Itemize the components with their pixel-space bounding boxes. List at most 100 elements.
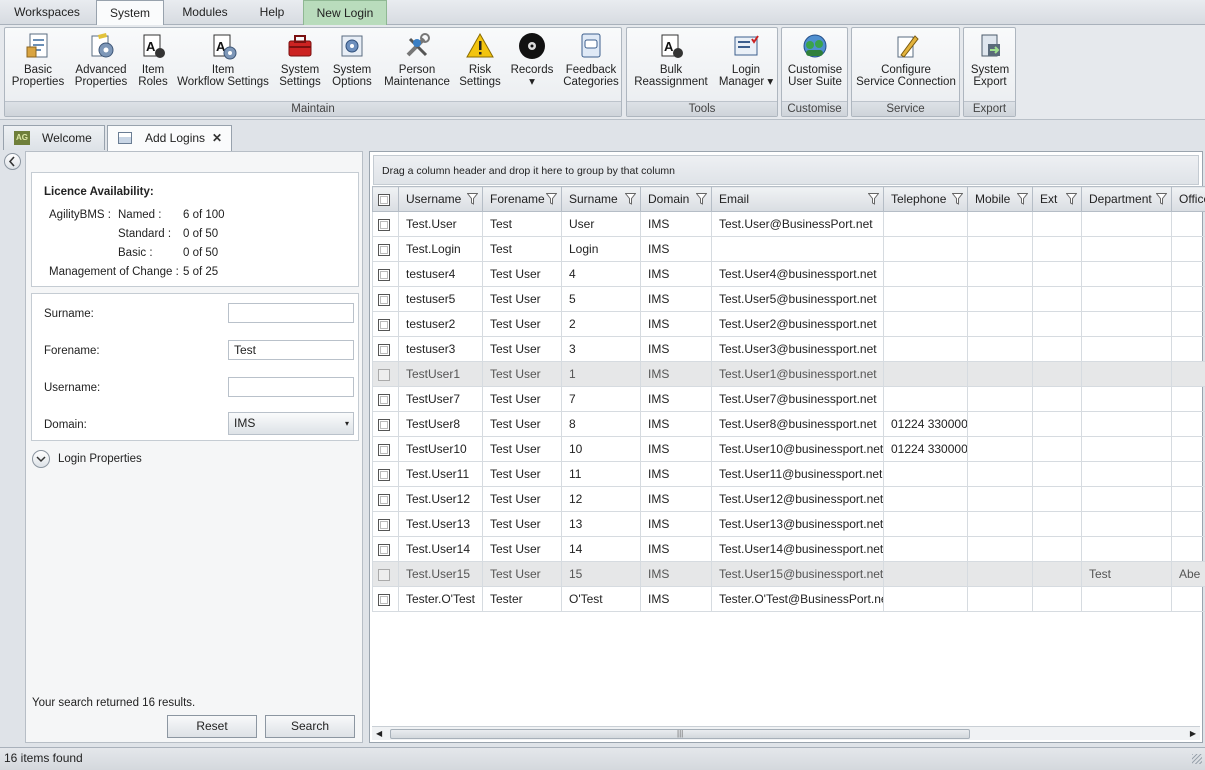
table-row[interactable]: Test.User13 Test User 13 IMS Test.User13@bus… [372, 511, 1205, 537]
filter-icon[interactable] [467, 193, 478, 205]
customise-user-suite-button[interactable]: Customise User Suite [785, 31, 845, 91]
select-all-checkbox[interactable] [372, 186, 399, 212]
row-checkbox[interactable] [372, 211, 399, 237]
tab-welcome[interactable]: AG Welcome [3, 125, 105, 150]
table-row[interactable]: testuser4 Test User 4 IMS Test.User4@busines… [372, 261, 1205, 287]
menu-tab-system[interactable]: System [96, 0, 164, 26]
row-checkbox[interactable] [372, 486, 399, 512]
scrollbar-thumb[interactable]: ||| [390, 729, 970, 739]
column-header-domain[interactable]: Domain [640, 186, 712, 212]
row-checkbox[interactable] [372, 536, 399, 562]
risk-settings-button[interactable]: Risk Settings [459, 31, 501, 91]
login-manager-button[interactable]: Login Manager ▾ [717, 31, 775, 91]
column-header-surname[interactable]: Surname [561, 186, 641, 212]
table-cell [1081, 286, 1172, 312]
menu-tab-modules[interactable]: Modules [172, 0, 238, 25]
table-row[interactable]: Test.User Test User IMS Test.User@BusinessPo… [372, 211, 1205, 237]
column-header-department[interactable]: Department [1081, 186, 1172, 212]
filter-icon[interactable] [1066, 193, 1077, 205]
scroll-left-icon[interactable]: ◀ [376, 727, 382, 741]
login-properties-expander[interactable]: Login Properties [32, 450, 232, 470]
row-checkbox[interactable] [372, 511, 399, 537]
filter-icon[interactable] [1156, 193, 1167, 205]
ribbon-group-title: Maintain [5, 101, 621, 116]
table-row[interactable]: TestUser8 Test User 8 IMS Test.User8@busines… [372, 411, 1205, 437]
configure-service-connection-button[interactable]: Configure Service Connection [856, 31, 956, 91]
row-checkbox[interactable] [372, 461, 399, 487]
close-icon[interactable]: ✕ [212, 126, 222, 150]
system-options-button[interactable]: System Options [331, 31, 373, 91]
filter-icon[interactable] [952, 193, 963, 205]
table-row[interactable]: Test.User11 Test User 11 IMS Test.User11@bus… [372, 461, 1205, 487]
table-row[interactable]: testuser5 Test User 5 IMS Test.User5@busines… [372, 286, 1205, 312]
table-cell [1081, 411, 1172, 437]
column-header-username[interactable]: Username [398, 186, 483, 212]
group-by-drop-area[interactable]: Drag a column header and drop it here to… [373, 155, 1199, 185]
row-checkbox[interactable] [372, 336, 399, 362]
forename-input[interactable]: Test [228, 340, 354, 360]
system-export-button[interactable]: System Export [967, 31, 1013, 91]
basic-properties-button[interactable]: Basic Properties [9, 31, 67, 91]
item-roles-button[interactable]: A Item Roles [135, 31, 171, 91]
ribbon-group-title: Customise [782, 101, 847, 116]
row-checkbox[interactable] [372, 261, 399, 287]
records-button[interactable]: Records ▾ [509, 31, 555, 91]
table-row[interactable]: Test.User12 Test User 12 IMS Test.User12@bus… [372, 486, 1205, 512]
row-checkbox[interactable] [372, 286, 399, 312]
filter-icon[interactable] [546, 193, 557, 205]
username-input[interactable] [228, 377, 354, 397]
table-cell [1081, 436, 1172, 462]
row-checkbox[interactable] [372, 386, 399, 412]
checkbox-icon [378, 243, 390, 256]
column-header-telephone[interactable]: Telephone [883, 186, 968, 212]
table-row[interactable]: TestUser7 Test User 7 IMS Test.User7@busines… [372, 386, 1205, 412]
resize-grip-icon[interactable] [1192, 754, 1202, 764]
column-header-office[interactable]: Office [1171, 186, 1205, 212]
table-cell: TestUser1 [398, 361, 483, 387]
column-header-forename[interactable]: Forename [482, 186, 562, 212]
item-workflow-settings-button[interactable]: A Item Workflow Settings [177, 31, 269, 91]
table-cell [1032, 411, 1082, 437]
menu-tab-new-login[interactable]: New Login [303, 0, 387, 25]
column-header-ext[interactable]: Ext [1032, 186, 1082, 212]
search-button[interactable]: Search [265, 715, 355, 738]
filter-icon[interactable] [1017, 193, 1028, 205]
menu-tab-help[interactable]: Help [244, 0, 300, 25]
system-settings-button[interactable]: System Settings [279, 31, 321, 91]
menu-tab-workspaces[interactable]: Workspaces [6, 0, 88, 25]
row-checkbox[interactable] [372, 236, 399, 262]
feedback-categories-button[interactable]: Feedback Categories [561, 31, 621, 91]
filter-icon[interactable] [696, 193, 707, 205]
person-maintenance-button[interactable]: Person Maintenance [383, 31, 451, 91]
domain-select[interactable]: IMS ▾ [228, 412, 354, 435]
table-row[interactable]: testuser3 Test User 3 IMS Test.User3@busines… [372, 336, 1205, 362]
row-checkbox[interactable] [372, 411, 399, 437]
table-row[interactable]: Test.Login Test Login IMS [372, 236, 1205, 262]
scroll-right-icon[interactable]: ▶ [1190, 727, 1196, 741]
row-checkbox[interactable] [372, 311, 399, 337]
table-row[interactable]: Test.User15 Test User 15 IMS Test.User15@bus… [372, 561, 1205, 587]
login-manager-icon [734, 35, 759, 56]
domain-select-value: IMS [234, 416, 256, 430]
table-row[interactable]: Test.User14 Test User 14 IMS Test.User14@bus… [372, 536, 1205, 562]
table-row[interactable]: TestUser10 Test User 10 IMS Test.User10@busi… [372, 436, 1205, 462]
table-cell [883, 386, 968, 412]
table-row[interactable]: testuser2 Test User 2 IMS Test.User2@busines… [372, 311, 1205, 337]
column-header-mobile[interactable]: Mobile [967, 186, 1033, 212]
table-row[interactable]: TestUser1 Test User 1 IMS Test.User1@busines… [372, 361, 1205, 387]
row-checkbox[interactable] [372, 436, 399, 462]
horizontal-scrollbar[interactable]: ◀ ||| ▶ [372, 726, 1200, 740]
filter-icon[interactable] [868, 193, 879, 205]
licence-standard-label: Standard : [118, 228, 172, 240]
filter-icon[interactable] [625, 193, 636, 205]
table-cell [1032, 486, 1082, 512]
collapse-panel-button[interactable] [4, 153, 21, 170]
advanced-properties-button[interactable]: Advanced Properties [71, 31, 131, 91]
reset-button[interactable]: Reset [167, 715, 257, 738]
table-row[interactable]: Tester.O'Test Tester O'Test IMS Tester.O'Tes… [372, 586, 1205, 612]
bulk-reassignment-button[interactable]: A Bulk Reassignment [631, 31, 711, 91]
surname-input[interactable] [228, 303, 354, 323]
tab-add-logins[interactable]: Add Logins ✕ [107, 125, 232, 151]
row-checkbox[interactable] [372, 586, 399, 612]
column-header-email[interactable]: Email [711, 186, 884, 212]
